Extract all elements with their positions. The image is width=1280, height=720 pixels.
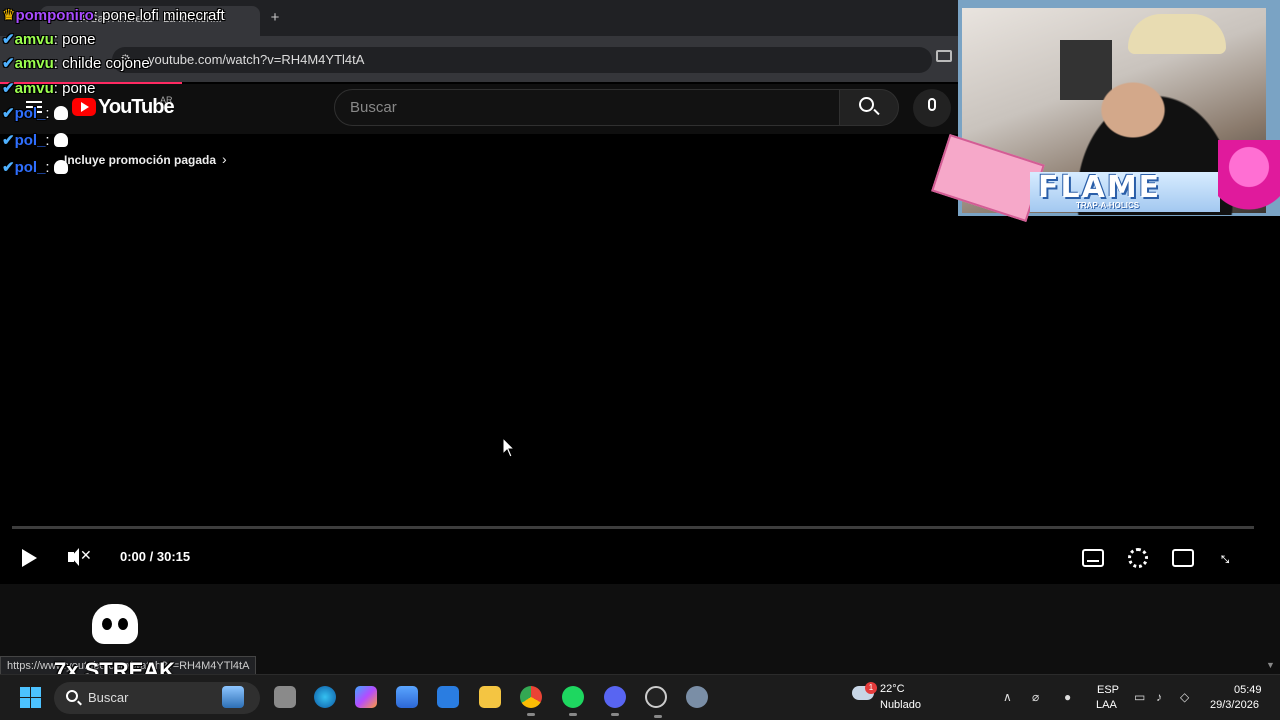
spotify-icon[interactable] bbox=[562, 686, 584, 716]
mute-x-icon: ✕ bbox=[80, 547, 92, 563]
cast-icon[interactable] bbox=[936, 50, 952, 62]
store-icon[interactable] bbox=[396, 686, 418, 708]
search-icon bbox=[859, 97, 874, 112]
chat-message: ✔amvu: childe cojone bbox=[2, 55, 150, 72]
skull-emote-icon bbox=[53, 133, 68, 147]
discord-icon[interactable] bbox=[604, 686, 626, 716]
crown-badge-icon: ♛ bbox=[2, 7, 16, 24]
windows-start-icon[interactable] bbox=[20, 687, 41, 708]
display-icon[interactable]: ▭ bbox=[1134, 690, 1145, 704]
mod-badge-icon: ✔ bbox=[2, 159, 15, 176]
chat-text: pone bbox=[62, 80, 96, 97]
chat-username: pol_ bbox=[14, 159, 46, 176]
microphone-icon[interactable]: ● bbox=[1064, 690, 1071, 704]
chevron-up-icon[interactable]: ∧ bbox=[1003, 690, 1012, 704]
region-code: AR bbox=[160, 95, 173, 105]
mod-badge-icon: ✔ bbox=[2, 80, 15, 97]
file-explorer-icon[interactable] bbox=[479, 686, 501, 708]
streamer-cap bbox=[1128, 14, 1226, 54]
weather-condition[interactable]: Nublado bbox=[880, 699, 921, 711]
play-icon[interactable] bbox=[22, 549, 37, 567]
chat-message: ✔pol_: bbox=[2, 131, 68, 149]
mod-badge-icon: ✔ bbox=[2, 132, 15, 149]
clock-time[interactable]: 05:49 bbox=[1234, 684, 1262, 696]
search-input[interactable] bbox=[334, 89, 840, 126]
chat-username: pol_ bbox=[14, 132, 46, 149]
skull-emote-icon bbox=[53, 106, 68, 120]
clock-date[interactable]: 29/3/2026 bbox=[1210, 699, 1259, 711]
chat-text: pone lofi minecraft bbox=[102, 7, 225, 24]
weather-temperature[interactable]: 22°C bbox=[880, 683, 905, 695]
search-highlight-icon bbox=[222, 686, 244, 708]
chevron-right-icon[interactable]: › bbox=[222, 151, 227, 167]
search-icon bbox=[66, 690, 78, 702]
url-text: youtube.com/watch?v=RH4M4YTl4tA bbox=[148, 52, 365, 67]
chat-username: amvu bbox=[14, 55, 54, 72]
paid-promotion-label[interactable]: Incluye promoción pagada bbox=[64, 153, 216, 167]
search-placeholder: Buscar bbox=[350, 99, 397, 116]
volume-icon[interactable]: ♪ bbox=[1156, 690, 1162, 704]
edge-icon[interactable] bbox=[314, 686, 336, 708]
task-view-icon[interactable] bbox=[274, 686, 296, 708]
language-indicator[interactable]: ESP bbox=[1097, 684, 1119, 696]
microphone-icon bbox=[928, 98, 936, 111]
network-icon[interactable]: ⌀ bbox=[1032, 690, 1039, 704]
chat-message: ✔amvu: pone bbox=[2, 80, 96, 97]
chat-username: amvu bbox=[14, 80, 54, 97]
mod-badge-icon: ✔ bbox=[2, 55, 15, 72]
chat-message: ✔pol_: bbox=[2, 104, 68, 122]
mod-badge-icon: ✔ bbox=[2, 105, 15, 122]
chat-message: ✔amvu: pone bbox=[2, 31, 96, 48]
taskbar-search-label: Buscar bbox=[88, 690, 129, 705]
notification-icon[interactable]: ◇ bbox=[1180, 690, 1189, 704]
chat-message: ♛pomponiro: pone lofi minecraft bbox=[2, 7, 225, 24]
buddha-sticker bbox=[1218, 140, 1280, 230]
time-display: 0:00 / 30:15 bbox=[120, 549, 191, 564]
chat-username: amvu bbox=[14, 31, 54, 48]
subtitles-icon[interactable] bbox=[1082, 549, 1104, 567]
theater-mode-icon[interactable] bbox=[1172, 549, 1194, 567]
skull-emote-icon bbox=[53, 160, 68, 174]
chat-text: pone bbox=[62, 31, 96, 48]
skull-icon bbox=[92, 604, 138, 644]
mail-icon[interactable] bbox=[437, 686, 459, 708]
youtube-logo-icon[interactable] bbox=[72, 98, 96, 116]
obs-icon[interactable] bbox=[645, 686, 667, 718]
chat-message: ✔pol_: bbox=[2, 158, 68, 176]
keyboard-layout[interactable]: LAA bbox=[1096, 699, 1117, 711]
chat-text: childe cojone bbox=[62, 55, 150, 72]
chrome-icon[interactable] bbox=[520, 686, 542, 716]
copilot-icon[interactable] bbox=[355, 686, 377, 708]
chat-username: pol_ bbox=[14, 105, 46, 122]
mod-badge-icon: ✔ bbox=[2, 31, 15, 48]
flame-title: FLAME bbox=[1038, 170, 1162, 205]
chat-username: pomponiro bbox=[15, 7, 94, 24]
settings-gear-icon[interactable] bbox=[1128, 548, 1148, 568]
muted-speaker-icon[interactable] bbox=[68, 548, 79, 566]
weather-badge: 1 bbox=[865, 682, 877, 694]
settings-icon[interactable] bbox=[686, 686, 708, 708]
scroll-down-arrow-icon[interactable]: ▼ bbox=[1266, 660, 1275, 670]
new-tab-button[interactable]: + bbox=[266, 8, 284, 28]
video-scrubber[interactable] bbox=[12, 526, 1254, 529]
flame-subtitle: TRAP-A-HOLICS bbox=[1076, 201, 1140, 210]
